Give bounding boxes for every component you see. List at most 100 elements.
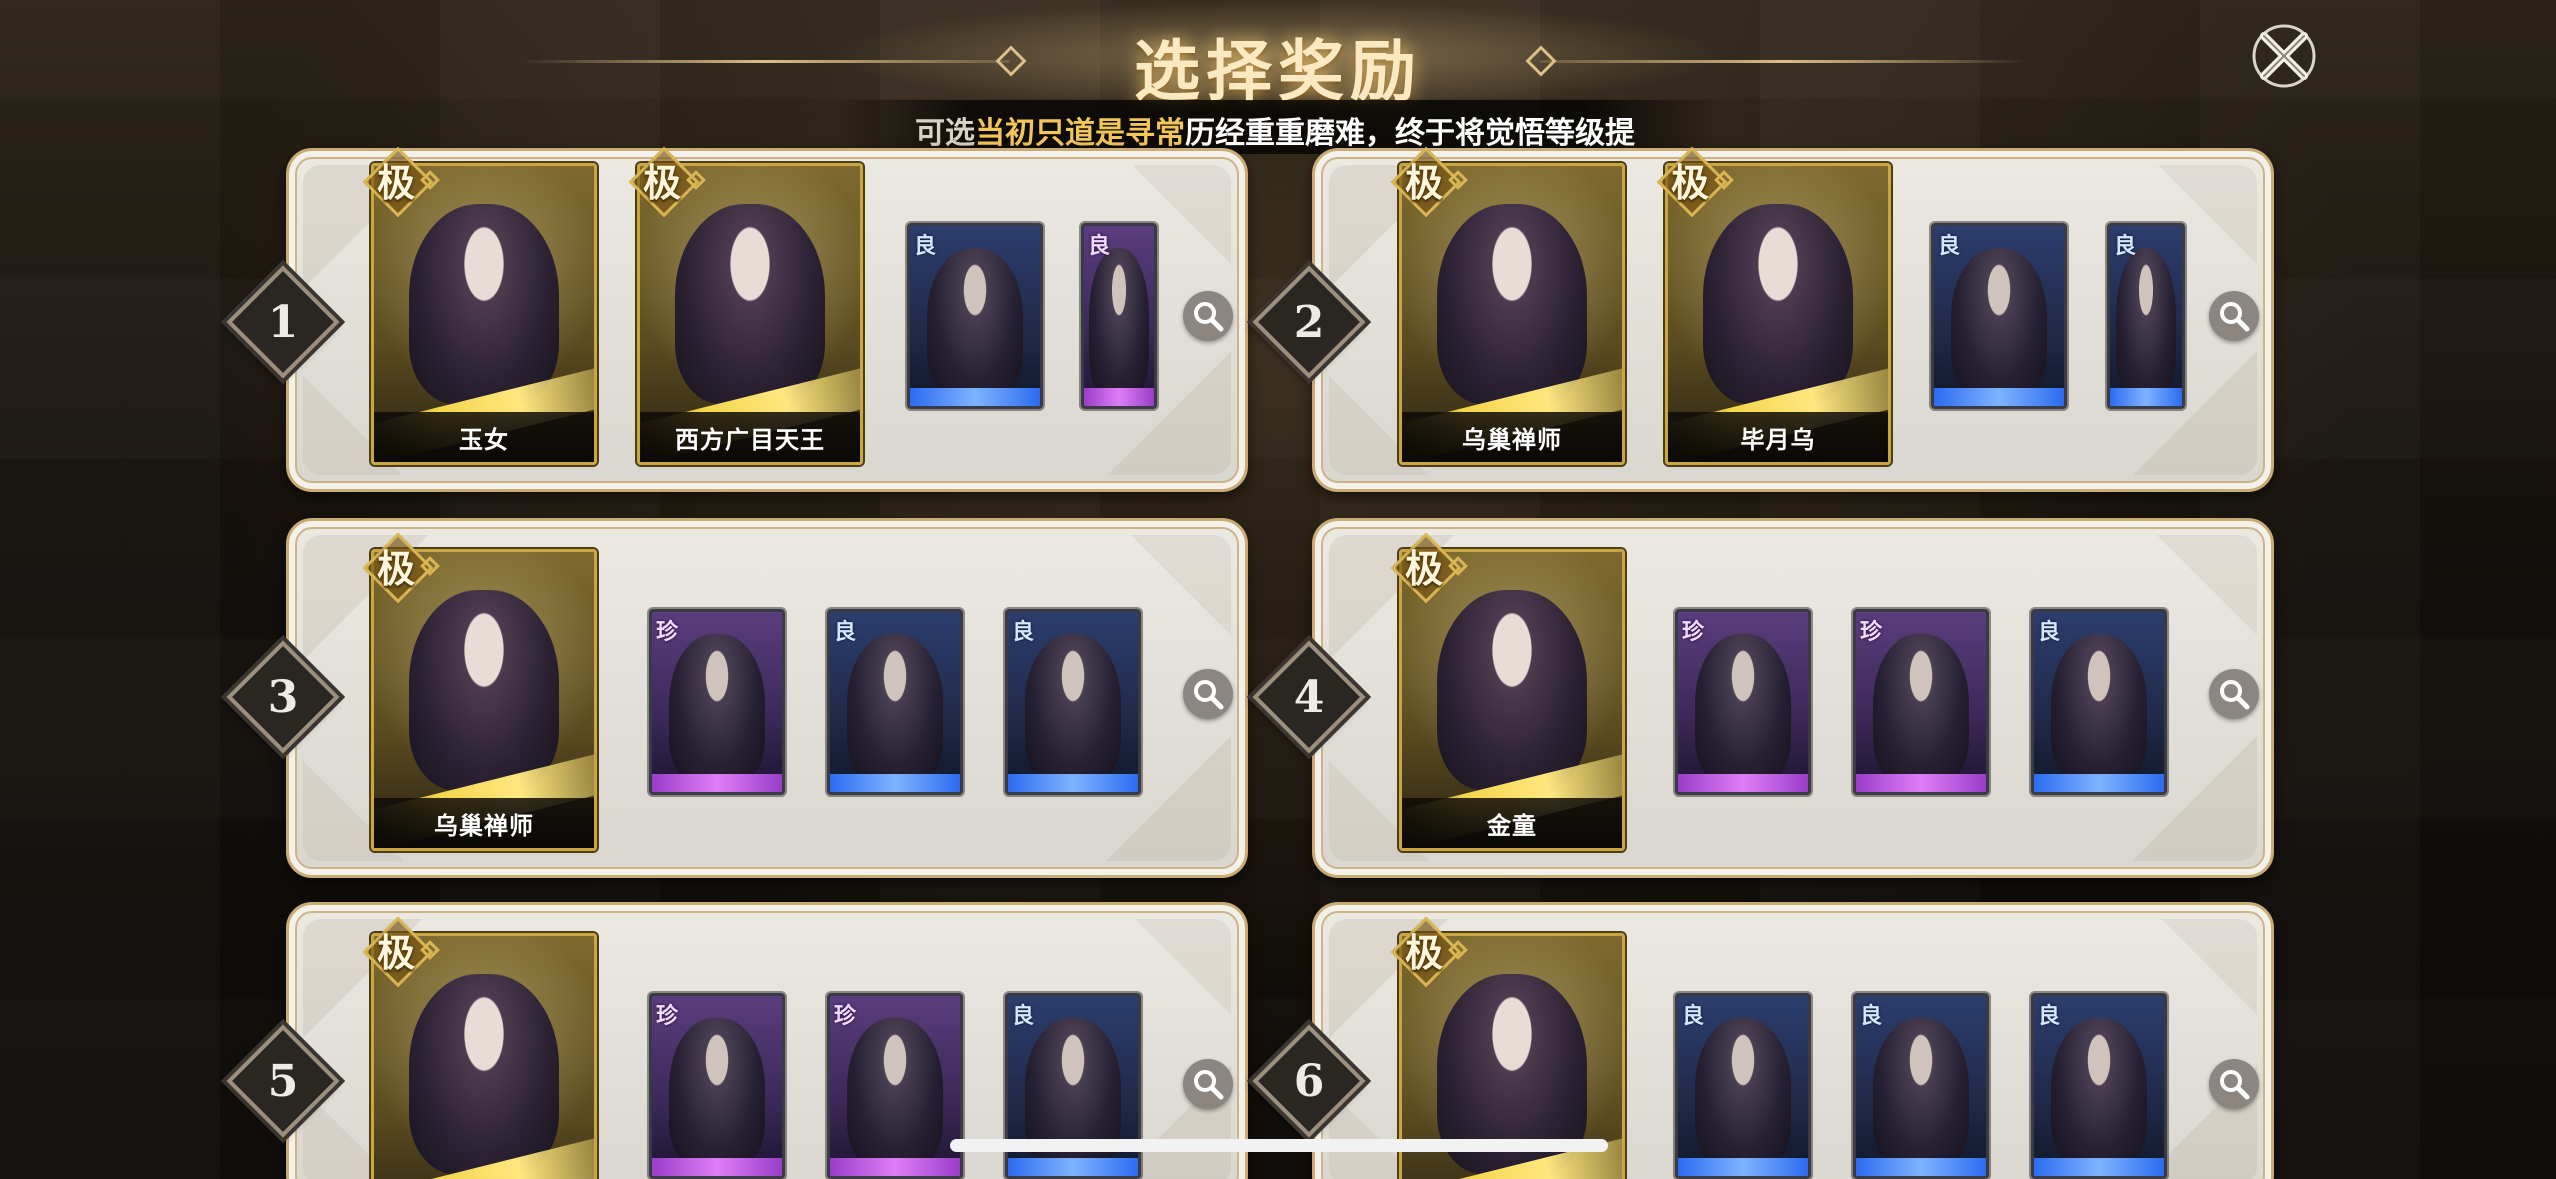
character-portrait (2116, 248, 2176, 398)
extra-card[interactable]: 良 (1675, 993, 1811, 1179)
search-button[interactable] (2209, 1059, 2259, 1109)
character-portrait (409, 590, 559, 790)
title-ornament-line-left (520, 60, 1010, 63)
extra-card[interactable]: 良 (2031, 993, 2167, 1179)
magnifier-icon (2220, 302, 2250, 332)
subtitle-prefix: 可选 (915, 116, 975, 151)
rarity-label: 良 (1012, 1004, 1035, 1029)
magnifier-icon (2220, 1070, 2250, 1100)
rarity-label: 良 (2038, 620, 2061, 645)
character-portrait (847, 634, 943, 784)
card-name: 西方广目天王 (640, 412, 860, 462)
character-portrait (675, 204, 825, 404)
title-ornament-line-right (1540, 60, 2030, 63)
character-portrait (1437, 204, 1587, 404)
rarity-label: 良 (1938, 234, 1961, 259)
extra-card[interactable]: 良 (1853, 993, 1989, 1179)
card-name: 金童 (1402, 798, 1622, 848)
home-indicator[interactable] (950, 1139, 1608, 1152)
rarity-label: 珍 (834, 1004, 857, 1029)
search-button[interactable] (1183, 669, 1233, 719)
option-number: 1 (267, 296, 299, 348)
search-button[interactable] (1183, 291, 1233, 341)
extra-card[interactable]: 良 (2031, 609, 2167, 795)
rarity-label: 良 (1088, 234, 1111, 259)
character-portrait (1951, 248, 2047, 398)
subtitle-highlight: 当初只道是寻常 (975, 116, 1185, 151)
extra-card[interactable]: 良 (907, 223, 1043, 409)
option-number: 4 (1293, 671, 1325, 723)
extra-card[interactable]: 良 (1931, 223, 2067, 409)
extra-card[interactable]: 良 (827, 609, 963, 795)
search-button[interactable] (1183, 1059, 1233, 1109)
extra-card[interactable]: 良 (1081, 223, 1157, 409)
rarity-badge: 极 (1389, 151, 1469, 215)
character-portrait (1695, 634, 1791, 784)
character-portrait (1703, 204, 1853, 404)
magnifier-icon (2220, 680, 2250, 710)
character-portrait (847, 1018, 943, 1168)
character-portrait (669, 1018, 765, 1168)
character-portrait (1695, 1018, 1791, 1168)
magnifier-icon (1194, 1070, 1224, 1100)
card-name: 乌巢禅师 (1402, 412, 1622, 462)
rarity-badge: 极 (627, 151, 707, 215)
rarity-label: 良 (2114, 234, 2137, 259)
rarity-label: 良 (1860, 1004, 1883, 1029)
rarity-badge: 极 (1655, 151, 1735, 215)
subtitle-body: 历经重重磨难，终于将觉悟等级提 (1185, 116, 1635, 151)
card-name: 毕月乌 (1668, 412, 1888, 462)
card-name: 玉女 (374, 412, 594, 462)
close-x-icon (2252, 24, 2316, 88)
rarity-label: 珍 (656, 620, 679, 645)
character-portrait (2051, 1018, 2147, 1168)
rarity-label: 良 (914, 234, 937, 259)
rarity-badge: 极 (361, 921, 441, 985)
magnifier-icon (1194, 680, 1224, 710)
reward-option-1[interactable]: 1 玉女 极 西方广目天王 极 良 良 (226, 148, 1248, 492)
option-number: 5 (267, 1055, 299, 1107)
rarity-label: 良 (1682, 1004, 1705, 1029)
character-portrait (1089, 248, 1149, 398)
extra-card[interactable]: 良 (2107, 223, 2185, 409)
rarity-label: 良 (1012, 620, 1035, 645)
character-portrait (1873, 634, 1969, 784)
rarity-badge: 极 (1389, 537, 1469, 601)
extra-card[interactable]: 珍 (649, 609, 785, 795)
option-number: 2 (1293, 296, 1325, 348)
search-button[interactable] (2209, 291, 2259, 341)
character-portrait (409, 204, 559, 404)
extra-card[interactable]: 良 (1005, 609, 1141, 795)
extra-card[interactable]: 珍 (1853, 609, 1989, 795)
reward-option-6[interactable]: 6 极 良 良 良 (1252, 902, 2274, 1179)
subtitle: 可选当初只道是寻常历经重重磨难，终于将觉悟等级提 (915, 108, 1635, 152)
extra-card[interactable]: 珍 (649, 993, 785, 1179)
rarity-badge: 极 (361, 151, 441, 215)
character-portrait (1025, 634, 1121, 784)
close-button[interactable] (2248, 20, 2320, 92)
character-portrait (1873, 1018, 1969, 1168)
reward-option-2[interactable]: 2 乌巢禅师 极 毕月乌 极 良 良 (1252, 148, 2274, 492)
character-portrait (927, 248, 1023, 398)
card-name: 乌巢禅师 (374, 798, 594, 848)
extra-card[interactable]: 珍 (827, 993, 963, 1179)
reward-option-5[interactable]: 5 极 珍 珍 良 (226, 902, 1248, 1179)
reward-option-4[interactable]: 4 金童 极 珍 珍 良 (1252, 518, 2274, 878)
character-portrait (669, 634, 765, 784)
character-portrait (2051, 634, 2147, 784)
rarity-label: 良 (2038, 1004, 2061, 1029)
rarity-badge: 极 (1389, 921, 1469, 985)
option-number: 6 (1293, 1055, 1325, 1107)
extra-card[interactable]: 珍 (1675, 609, 1811, 795)
search-button[interactable] (2209, 669, 2259, 719)
option-number: 3 (267, 671, 299, 723)
rarity-label: 珍 (656, 1004, 679, 1029)
character-portrait (1437, 590, 1587, 790)
reward-option-3[interactable]: 3 乌巢禅师 极 珍 良 良 (226, 518, 1248, 878)
header: 选择奖励 可选当初只道是寻常历经重重磨难，终于将觉悟等级提 (0, 0, 2556, 160)
magnifier-icon (1194, 302, 1224, 332)
character-portrait (409, 974, 559, 1174)
rarity-label: 珍 (1682, 620, 1705, 645)
rarity-label: 珍 (1860, 620, 1883, 645)
rarity-badge: 极 (361, 537, 441, 601)
